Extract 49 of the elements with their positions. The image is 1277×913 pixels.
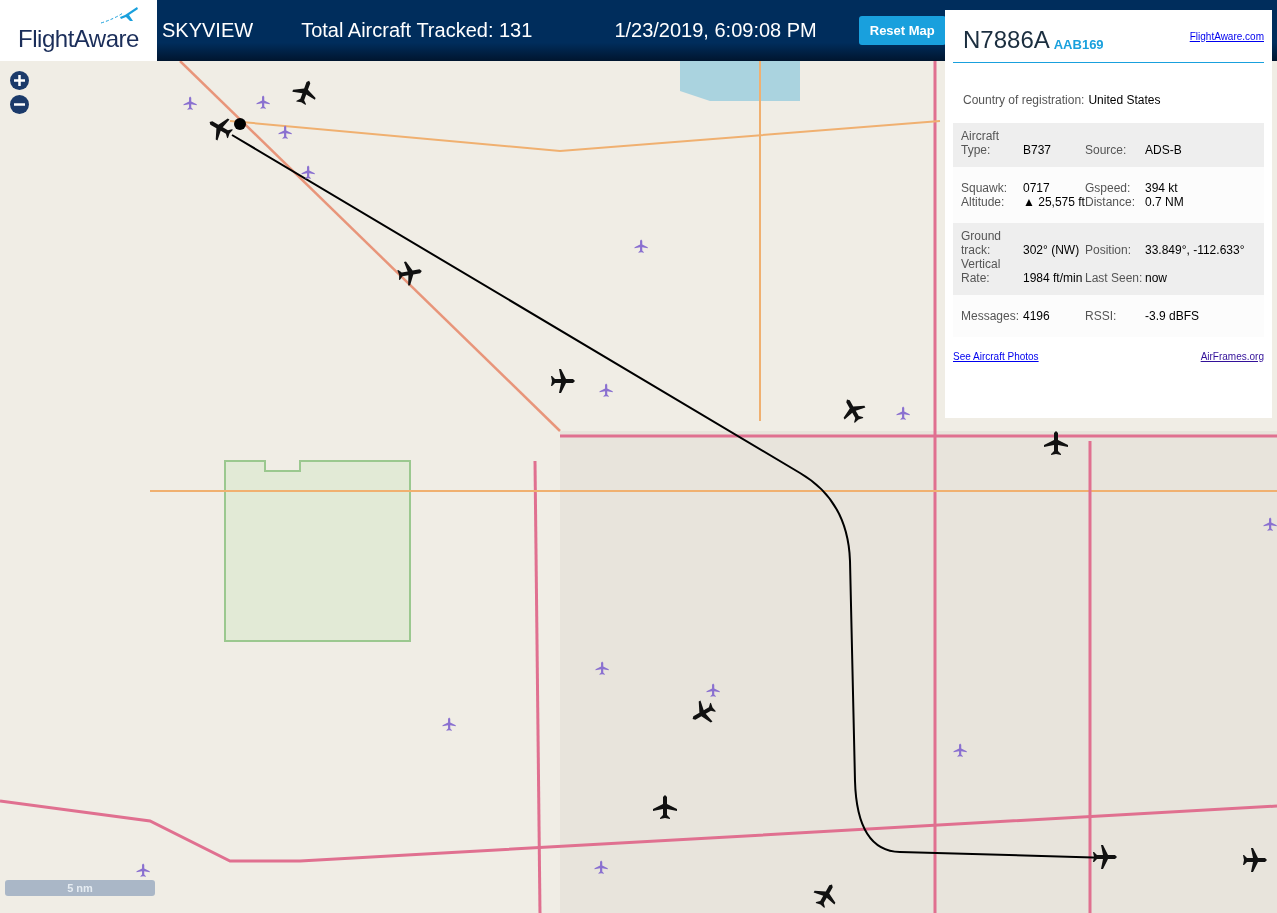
airplane-icon[interactable] bbox=[397, 260, 423, 286]
logo[interactable]: FlightAware bbox=[0, 0, 157, 61]
registration: N7886A bbox=[963, 26, 1050, 54]
field-label: Ground track: bbox=[961, 229, 1003, 257]
field-value: now bbox=[1145, 271, 1168, 285]
airframes-link[interactable]: AirFrames.org bbox=[1200, 351, 1264, 362]
country-value: United States bbox=[1088, 93, 1161, 107]
field-value: 1984 ft/min bbox=[1023, 271, 1084, 285]
field-label: Gspeed: bbox=[1085, 181, 1132, 195]
field-label: Altitude: bbox=[961, 195, 1006, 209]
field-label: Distance: bbox=[1085, 195, 1137, 209]
field-label: Aircraft Type: bbox=[961, 129, 1000, 157]
zoom-in-button[interactable] bbox=[10, 71, 29, 90]
airplane-icon[interactable] bbox=[652, 794, 678, 820]
field-value: -3.9 dBFS bbox=[1145, 309, 1201, 323]
field-value: 394 kt bbox=[1145, 181, 1179, 195]
airplane-icon[interactable] bbox=[300, 164, 316, 180]
field-value: 0717 bbox=[1023, 181, 1051, 195]
app-title: SKYVIEW bbox=[162, 19, 254, 42]
field-value: 33.849°, -112.633° bbox=[1145, 243, 1246, 257]
callsign: AAB169 bbox=[1053, 37, 1104, 52]
aircraft-marker-icon bbox=[234, 118, 246, 130]
date-time: 1/23/2019, 6:09:08 PM bbox=[614, 19, 817, 42]
airplane-icon bbox=[99, 5, 139, 25]
scale-label: 5 nm bbox=[67, 882, 93, 894]
field-label: Source: bbox=[1085, 143, 1128, 157]
field-label: Last Seen: bbox=[1085, 271, 1144, 285]
field-value: 0.7 NM bbox=[1145, 195, 1185, 209]
airplane-icon[interactable] bbox=[1242, 847, 1268, 873]
field-label: Messages: bbox=[961, 309, 1021, 323]
field-value: ▲ 25,575 ft bbox=[1023, 195, 1085, 209]
aircraft-count: Total Aircraft Tracked: 131 bbox=[301, 19, 533, 42]
airplane-icon[interactable] bbox=[292, 79, 318, 105]
field-label: Position: bbox=[1085, 243, 1133, 257]
flightaware-link[interactable]: FlightAware.com bbox=[1189, 31, 1264, 42]
aircraft-photos-link[interactable]: See Aircraft Photos bbox=[953, 351, 1039, 362]
airplane-icon[interactable] bbox=[550, 368, 576, 394]
field-label: RSSI: bbox=[1085, 309, 1118, 323]
logo-text: FlightAware bbox=[18, 25, 139, 53]
zoom-out-button[interactable] bbox=[10, 95, 29, 114]
field-label: Squawk: bbox=[961, 181, 1009, 195]
country-label: Country of registration: bbox=[963, 93, 1085, 107]
airplane-icon[interactable] bbox=[1092, 844, 1118, 870]
field-value: B737 bbox=[1023, 143, 1053, 157]
field-value: 4196 bbox=[1023, 309, 1051, 323]
field-value: 302° (NW) bbox=[1023, 243, 1081, 257]
airplane-icon[interactable] bbox=[1043, 430, 1069, 456]
field-label: Vertical Rate: bbox=[961, 257, 1002, 285]
field-value: ADS-B bbox=[1145, 143, 1183, 157]
